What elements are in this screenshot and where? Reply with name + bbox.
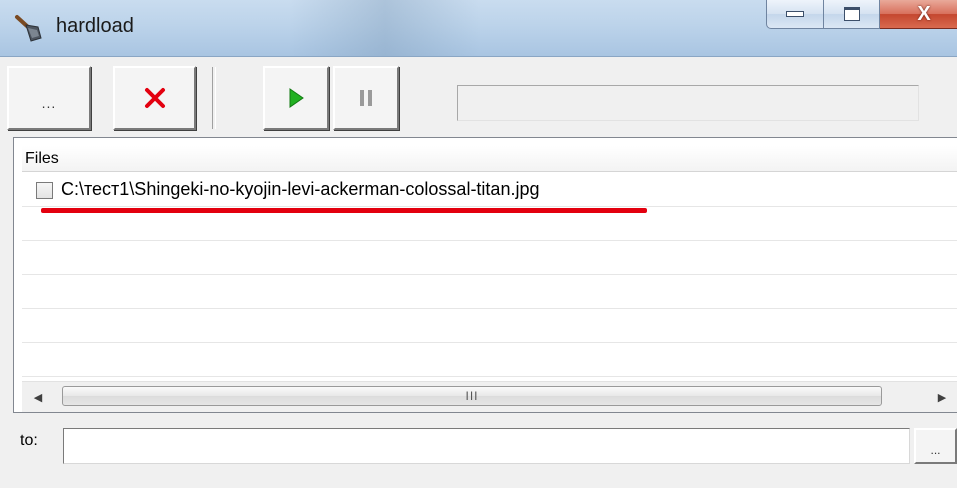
destination-path-input[interactable] (63, 428, 910, 464)
toolbar-separator (212, 67, 216, 129)
close-button[interactable]: X (880, 0, 957, 29)
maximize-icon (843, 7, 860, 21)
minimize-button[interactable] (766, 0, 824, 29)
destination-label: to: (20, 432, 38, 449)
window-controls: X (766, 0, 957, 30)
play-icon (289, 88, 304, 108)
pause-icon (360, 90, 372, 106)
file-row[interactable] (22, 343, 957, 377)
file-row[interactable] (22, 309, 957, 343)
files-column-header[interactable]: Files (22, 146, 957, 172)
title-bar[interactable]: hardload X (0, 0, 957, 57)
destination-browse-label: ... (930, 443, 941, 457)
browse-files-button[interactable]: ... (7, 66, 91, 130)
file-path: C:\тест1\Shingeki-no-kyojin-levi-ackerma… (61, 179, 540, 199)
download-progress-bar (457, 85, 919, 121)
files-list[interactable]: Files C:\тест1\Shingeki-no-kyojin-levi-a… (13, 137, 957, 413)
scroll-right-arrow-icon[interactable]: ▶ (932, 387, 952, 407)
scrollbar-thumb[interactable]: III (62, 386, 882, 406)
close-icon: X (917, 2, 931, 25)
window-title: hardload (56, 15, 134, 37)
shovel-icon (15, 15, 42, 42)
title-bar-background (290, 0, 480, 56)
scroll-left-arrow-icon[interactable]: ◀ (28, 387, 48, 407)
minimize-icon (786, 11, 804, 17)
highlight-underline (41, 208, 647, 213)
file-row[interactable]: C:\тест1\Shingeki-no-kyojin-levi-ackerma… (22, 173, 957, 207)
destination-browse-button[interactable]: ... (914, 428, 957, 464)
scrollbar-grip-icon: III (465, 389, 479, 403)
red-x-icon (144, 88, 165, 108)
horizontal-scrollbar[interactable]: ◀ III ▶ (22, 381, 957, 412)
toolbar: ... (7, 59, 957, 139)
file-row[interactable] (22, 241, 957, 275)
start-download-button[interactable] (263, 66, 329, 130)
browse-files-label: ... (41, 95, 57, 111)
file-checkbox[interactable] (36, 182, 53, 199)
delete-button[interactable] (113, 66, 196, 130)
pause-button[interactable] (333, 66, 399, 130)
maximize-button[interactable] (824, 0, 880, 29)
file-row[interactable] (22, 275, 957, 309)
